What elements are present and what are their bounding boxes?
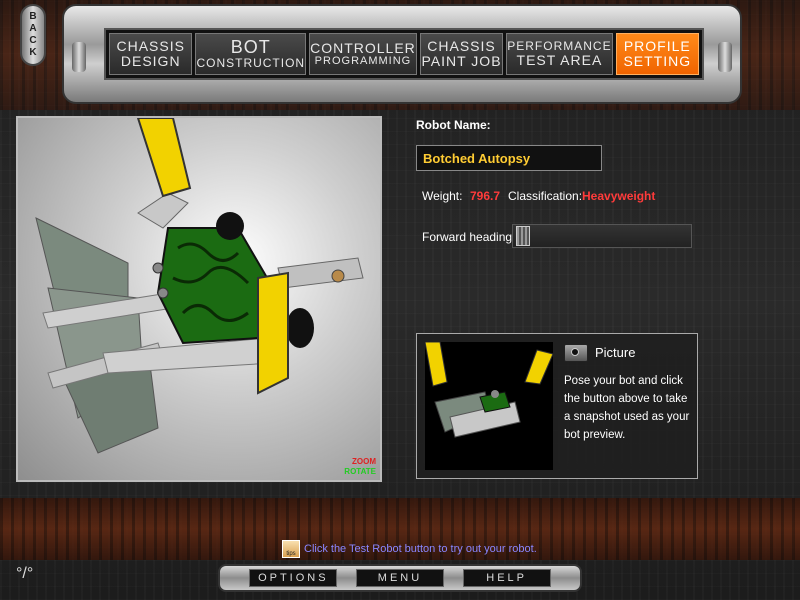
camera-icon	[571, 348, 579, 356]
robot-name-label: Robot Name:	[416, 118, 491, 132]
tab-label-line2: TEST AREA	[516, 51, 603, 68]
tab-profile-setting[interactable]: PROFILE SETTING	[615, 33, 700, 75]
tab-label-line2: SETTING	[623, 53, 692, 69]
tip-text: Click the Test Robot button to try out y…	[304, 543, 537, 555]
tab-label-line1: CHASSIS	[427, 38, 496, 55]
picture-panel: Picture Pose your bot and click the butt…	[416, 333, 698, 479]
tab-label-line2: DESIGN	[120, 53, 181, 69]
back-button[interactable]: BACK	[20, 4, 46, 66]
robot-3d-viewport[interactable]: ZOOM ROTATE	[16, 116, 382, 482]
tab-label-line2: PAINT JOB	[421, 53, 502, 69]
tab-label-line1: BOT	[230, 37, 271, 58]
tab-label-line2: CONSTRUCTION	[196, 56, 306, 71]
tab-label-line1: CHASSIS	[116, 38, 185, 55]
classification-label: Classification:	[508, 189, 583, 203]
tab-label-line1: PROFILE	[623, 38, 691, 55]
options-button[interactable]: OPTIONS	[249, 569, 338, 587]
picture-title: Picture	[595, 345, 636, 360]
forward-heading-label: Forward heading:	[422, 230, 516, 244]
settings-icon[interactable]: °/°	[16, 565, 33, 583]
preview-model	[425, 342, 553, 438]
tab-chassis-paint-job[interactable]: CHASSIS PAINT JOB	[419, 33, 504, 75]
help-button[interactable]: HELP	[462, 569, 551, 587]
zoom-label: ZOOM	[352, 457, 376, 466]
nav-tabs: CHASSIS DESIGN BOT CONSTRUCTION CONTROLL…	[104, 28, 704, 80]
rivet-left	[72, 42, 86, 72]
tab-controller-programming[interactable]: CONTROLLER PROGRAMMING	[309, 33, 417, 75]
tab-bot-construction[interactable]: BOT CONSTRUCTION	[195, 33, 307, 75]
tab-label-line1: CONTROLLER	[310, 39, 416, 56]
menu-button[interactable]: MENU	[355, 569, 444, 587]
picture-description: Pose your bot and click the button above…	[564, 375, 690, 441]
weight-label: Weight:	[422, 189, 463, 203]
robot-model	[35, 118, 364, 454]
rivet-right	[718, 42, 732, 72]
tab-label-line2: PROGRAMMING	[314, 54, 412, 67]
robot-name-input[interactable]	[416, 145, 602, 171]
classification-value: Heavyweight	[582, 189, 656, 203]
bottom-bar: OPTIONS MENU HELP	[218, 564, 582, 592]
rotate-label: ROTATE	[344, 467, 376, 476]
forward-heading-slider[interactable]	[512, 224, 692, 248]
tab-performance-test-area[interactable]: PERFORMANCE TEST AREA	[506, 33, 613, 75]
weight-value: 796.7	[470, 189, 501, 203]
slider-thumb[interactable]	[516, 226, 530, 246]
tips-icon: tips	[282, 540, 300, 558]
tab-chassis-design[interactable]: CHASSIS DESIGN	[109, 33, 193, 75]
camera-snapshot-button[interactable]	[564, 344, 588, 362]
bot-preview-image	[425, 342, 553, 470]
